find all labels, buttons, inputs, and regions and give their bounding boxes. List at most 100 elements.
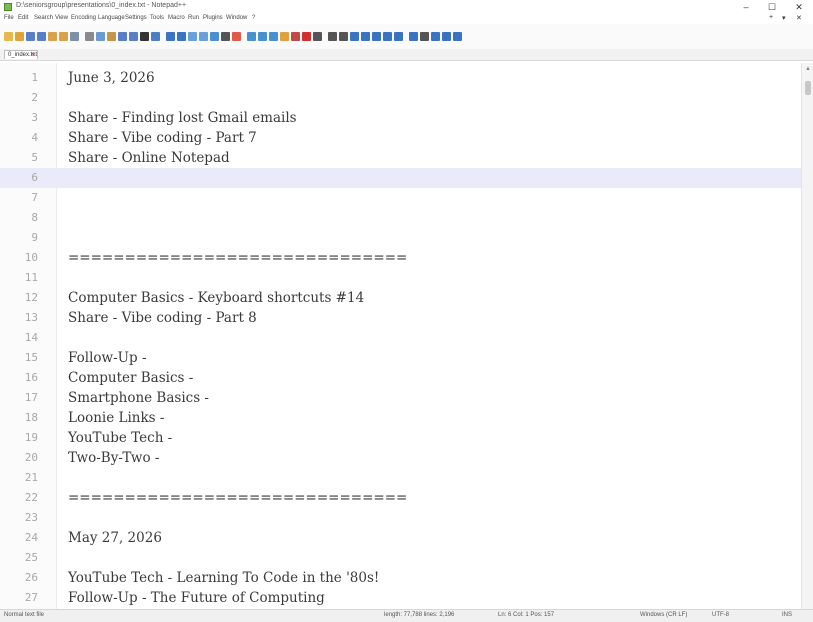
monitor-icon[interactable] [291, 32, 300, 41]
editor-line[interactable]: 21 [0, 468, 801, 488]
line-text[interactable]: Smartphone Basics - [68, 388, 209, 408]
editor-line[interactable]: 10 ============================== [0, 248, 801, 268]
editor-line[interactable]: 27 Follow-Up - The Future of Computing [0, 588, 801, 608]
line-text[interactable]: June 3, 2026 [68, 68, 155, 88]
find-icon[interactable] [140, 32, 149, 41]
menu-settings[interactable]: Settings [125, 15, 147, 21]
plugin-f-icon[interactable] [442, 32, 451, 41]
func-list-icon[interactable] [269, 32, 278, 41]
zoom-in-icon[interactable] [166, 32, 175, 41]
editor-line[interactable]: 24 May 27, 2026 [0, 528, 801, 548]
record-macro-icon[interactable] [302, 32, 311, 41]
line-text[interactable]: YouTube Tech - [68, 428, 172, 448]
status-encoding[interactable]: UTF-8 [712, 612, 729, 618]
new-file-icon[interactable] [4, 32, 13, 41]
editor-line[interactable]: 3 Share - Finding lost Gmail emails [0, 108, 801, 128]
plugin-d-icon[interactable] [420, 32, 429, 41]
zoom-out-icon[interactable] [177, 32, 186, 41]
open-file-icon[interactable] [15, 32, 24, 41]
copy-icon[interactable] [96, 32, 105, 41]
sync-h-icon[interactable] [199, 32, 208, 41]
editor-line[interactable]: 23 [0, 508, 801, 528]
tab-0-index[interactable]: 0_index.txt ✕ [4, 50, 38, 59]
editor-line[interactable]: 2 [0, 88, 801, 108]
save-icon[interactable] [26, 32, 35, 41]
status-eol[interactable]: Windows (CR LF) [640, 612, 687, 618]
editor-line[interactable]: 19 YouTube Tech - [0, 428, 801, 448]
scroll-up-arrow-icon[interactable]: ▲ [802, 63, 813, 75]
editor-line[interactable]: 12 Computer Basics - Keyboard shortcuts #… [0, 288, 801, 308]
editor-line[interactable]: 22 ============================== [0, 488, 801, 508]
stop-macro-icon[interactable] [313, 32, 322, 41]
wrap-icon[interactable] [210, 32, 219, 41]
play-multi-icon[interactable] [339, 32, 348, 41]
editor-line[interactable]: 20 Two-By-Two - [0, 448, 801, 468]
replace-icon[interactable] [151, 32, 160, 41]
compare-icon[interactable] [372, 32, 381, 41]
line-text[interactable]: Follow-Up - The Future of Computing [68, 588, 325, 608]
line-text[interactable]: Computer Basics - Keyboard shortcuts #14 [68, 288, 364, 308]
menu-macro[interactable]: Macro [168, 15, 185, 21]
menu-search[interactable]: Search [34, 15, 53, 21]
editor-line[interactable]: 25 [0, 548, 801, 568]
editor-area[interactable]: 1 June 3, 2026 2 3 Share - Finding lost Gmai… [0, 63, 801, 609]
editor-line[interactable]: 6 [0, 168, 801, 188]
editor-line[interactable]: 4 Share - Vibe coding - Part 7 [0, 128, 801, 148]
redo-icon[interactable] [129, 32, 138, 41]
editor-line[interactable]: 1 June 3, 2026 [0, 68, 801, 88]
line-text[interactable]: Loonie Links - [68, 408, 164, 428]
menu-view[interactable]: View [55, 15, 68, 21]
cut-icon[interactable] [85, 32, 94, 41]
menu-run[interactable]: Run [188, 15, 199, 21]
spell-check-icon[interactable] [361, 32, 370, 41]
plugin-g-icon[interactable] [453, 32, 462, 41]
plugin-e-icon[interactable] [431, 32, 440, 41]
save-all-icon[interactable] [37, 32, 46, 41]
doc-map-icon[interactable] [258, 32, 267, 41]
editor-line[interactable]: 13 Share - Vibe coding - Part 8 [0, 308, 801, 328]
udl-icon[interactable] [247, 32, 256, 41]
line-text[interactable]: Two-By-Two - [68, 448, 159, 468]
editor-line[interactable]: 17 Smartphone Basics - [0, 388, 801, 408]
editor-line[interactable]: 14 [0, 328, 801, 348]
new-tab-button[interactable]: + [769, 14, 773, 21]
paste-icon[interactable] [107, 32, 116, 41]
all-chars-icon[interactable] [221, 32, 230, 41]
menu-help[interactable]: ? [252, 15, 255, 21]
menu-tools[interactable]: Tools [150, 15, 164, 21]
folder-workspace-icon[interactable] [280, 32, 289, 41]
save-macro-icon[interactable] [350, 32, 359, 41]
menu-edit[interactable]: Edit [18, 15, 28, 21]
indent-guide-icon[interactable] [232, 32, 241, 41]
maximize-button[interactable]: ☐ [761, 0, 783, 14]
tab-list-button[interactable]: ▾ [782, 14, 786, 22]
editor-line[interactable]: 11 [0, 268, 801, 288]
editor-line[interactable]: 18 Loonie Links - [0, 408, 801, 428]
line-text[interactable]: Share - Vibe coding - Part 7 [68, 128, 257, 148]
editor-line[interactable]: 5 Share - Online Notepad [0, 148, 801, 168]
editor-line[interactable]: 8 [0, 208, 801, 228]
menu-encoding[interactable]: Encoding [71, 15, 96, 21]
menu-window[interactable]: Window [226, 15, 247, 21]
line-text[interactable]: Share - Vibe coding - Part 8 [68, 308, 257, 328]
plugin-b-icon[interactable] [394, 32, 403, 41]
line-text[interactable]: ============================== [68, 488, 407, 508]
close-all-icon[interactable] [59, 32, 68, 41]
undo-icon[interactable] [118, 32, 127, 41]
editor-line[interactable]: 7 [0, 188, 801, 208]
line-text[interactable]: May 27, 2026 [68, 528, 162, 548]
close-document-button[interactable]: ✕ [796, 14, 802, 22]
menu-plugins[interactable]: Plugins [203, 15, 223, 21]
close-icon[interactable] [48, 32, 57, 41]
line-text[interactable]: ============================== [68, 248, 407, 268]
editor-line[interactable]: 15 Follow-Up - [0, 348, 801, 368]
close-window-button[interactable]: ✕ [788, 0, 810, 14]
scrollbar-thumb[interactable] [805, 81, 811, 95]
play-macro-icon[interactable] [328, 32, 337, 41]
menu-file[interactable]: File [4, 15, 14, 21]
line-text[interactable]: Share - Finding lost Gmail emails [68, 108, 297, 128]
line-text[interactable]: Share - Online Notepad [68, 148, 230, 168]
line-text[interactable]: Follow-Up - [68, 348, 147, 368]
print-icon[interactable] [70, 32, 79, 41]
plugin-c-icon[interactable] [409, 32, 418, 41]
